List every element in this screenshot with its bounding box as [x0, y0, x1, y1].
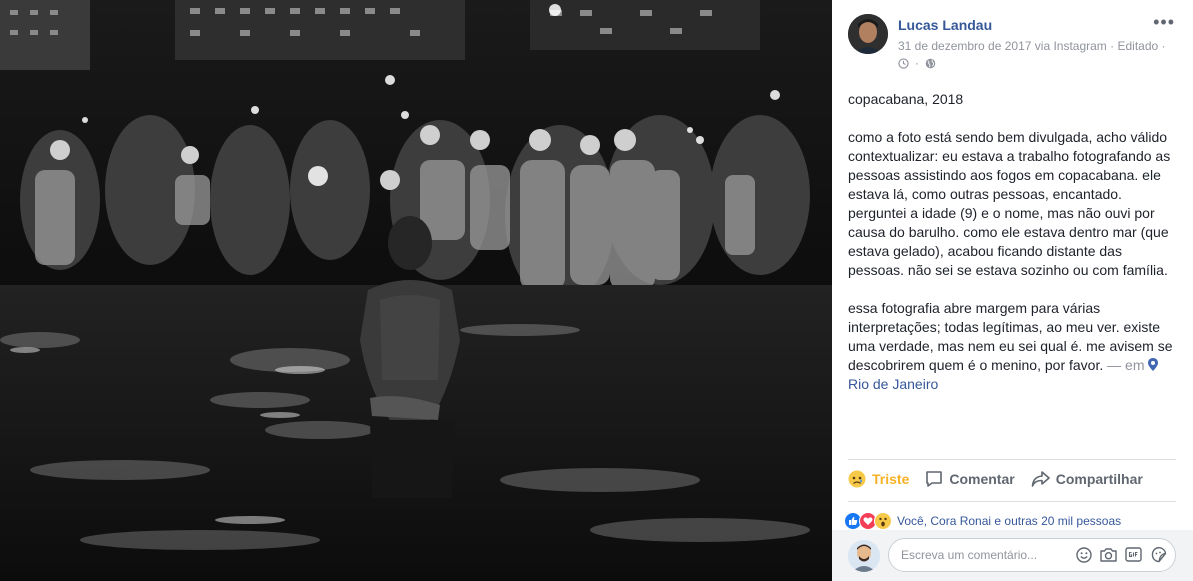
share-button[interactable]: Compartilhar: [1031, 470, 1143, 488]
gif-icon[interactable]: [1125, 546, 1142, 563]
more-options-icon[interactable]: •••: [1153, 12, 1175, 33]
comment-tools: [1075, 546, 1167, 563]
author-avatar-image: [848, 14, 888, 54]
caption-paragraph-1: como a foto está sendo bem divulgada, ac…: [848, 129, 1171, 278]
sticker-icon[interactable]: [1150, 546, 1167, 563]
react-label: Triste: [872, 471, 910, 487]
reactions-summary[interactable]: Você, Cora Ronai e outras 20 mil pessoas: [844, 512, 1121, 530]
share-icon: [1031, 471, 1050, 487]
post-actions: Triste Comentar Compartilhar: [848, 470, 1176, 488]
comment-button[interactable]: Comentar: [925, 470, 1015, 488]
author-avatar[interactable]: [848, 14, 888, 54]
clock-icon[interactable]: [898, 57, 909, 69]
comment-icon: [926, 471, 943, 487]
comment-label: Comentar: [949, 471, 1015, 487]
dot-separator: ·: [915, 56, 919, 70]
actions-divider-bottom: [848, 501, 1176, 502]
caption-paragraph-2: essa fotografia abre margem para várias …: [848, 299, 1178, 394]
current-user-avatar-image: [848, 540, 880, 572]
react-button[interactable]: Triste: [848, 470, 909, 488]
sad-emoji-icon: [848, 470, 866, 488]
wow-reaction-icon: [874, 512, 892, 530]
share-label: Compartilhar: [1055, 471, 1143, 487]
post-privacy: ·: [898, 56, 936, 70]
emoji-icon[interactable]: [1075, 546, 1092, 563]
globe-icon[interactable]: [925, 58, 936, 69]
location-pin-icon: [1148, 358, 1159, 371]
location-link[interactable]: Rio de Janeiro: [848, 376, 938, 392]
post-meta: 31 de dezembro de 2017 via Instagram · E…: [898, 39, 1166, 53]
camera-icon[interactable]: [1100, 546, 1117, 563]
comment-composer: [832, 530, 1193, 581]
current-user-avatar[interactable]: [848, 540, 880, 572]
caption-title: copacabana, 2018: [848, 91, 964, 107]
edited-label[interactable]: · Editado ·: [1107, 39, 1165, 53]
post-photo[interactable]: [0, 0, 832, 581]
post-date[interactable]: 31 de dezembro de 2017: [898, 39, 1031, 53]
comment-box: [888, 538, 1176, 572]
location-prefix: — em: [1103, 357, 1149, 373]
author-name[interactable]: Lucas Landau: [898, 17, 992, 33]
photo-image: [0, 0, 832, 581]
post-source: via Instagram: [1031, 39, 1107, 53]
reactions-text[interactable]: Você, Cora Ronai e outras 20 mil pessoas: [897, 514, 1121, 528]
post-panel: Lucas Landau ••• 31 de dezembro de 2017 …: [832, 0, 1193, 581]
post-caption: copacabana, 2018 como a foto está sendo …: [848, 90, 1178, 413]
comment-input[interactable]: [899, 547, 1063, 563]
actions-divider-top: [848, 459, 1176, 460]
